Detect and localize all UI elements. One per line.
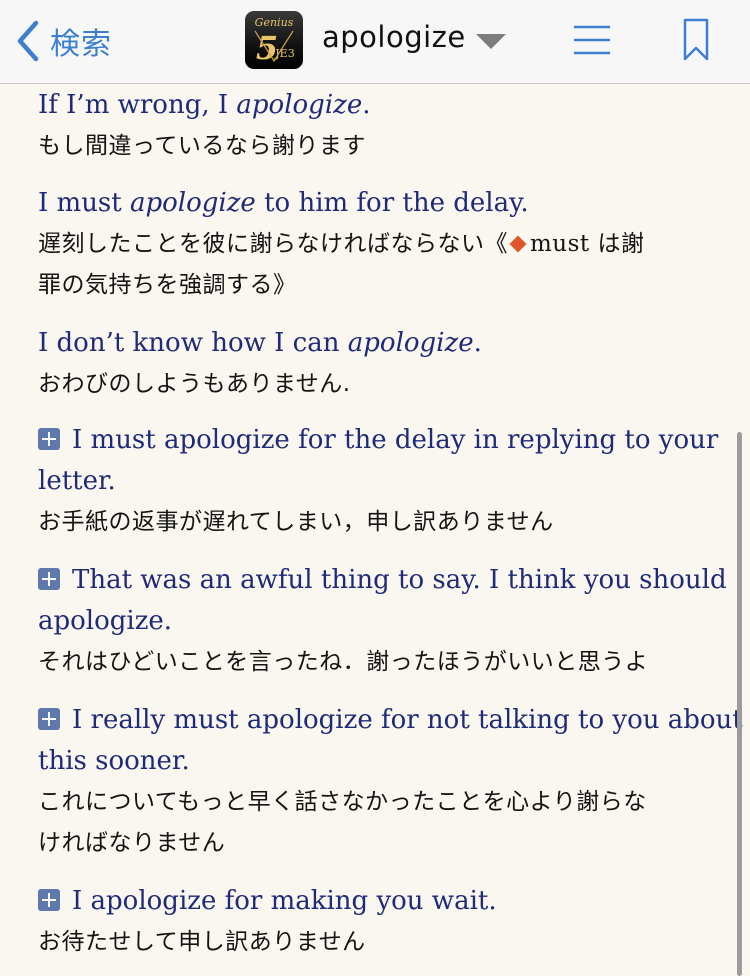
example-english: I must apologize for the delay in replyi… <box>38 420 730 461</box>
example-english: If I’m wrong, I apologize. <box>38 90 371 120</box>
example-english-line2: this sooner. <box>38 746 190 776</box>
example-2: I must apologize to him for the delay. 遅… <box>38 183 730 306</box>
diamond-marker-icon <box>509 235 527 252</box>
example-japanese: これについてもっと早く話さなかったことを心より謝らな <box>38 789 647 815</box>
example-japanese-line2: 罪の気持ちを強調する》 <box>38 272 297 298</box>
back-label: 検索 <box>50 27 112 62</box>
example-english: I apologize for making you wait. <box>38 881 730 922</box>
bookmark-icon[interactable] <box>682 18 710 62</box>
caret-down-icon[interactable] <box>474 30 508 52</box>
plus-box-icon[interactable] <box>38 428 60 450</box>
example-english-line2: letter. <box>38 466 116 496</box>
chevron-left-icon <box>17 20 39 62</box>
entry-content[interactable]: If I’m wrong, I apologize. もし間違っているなら謝りま… <box>0 85 750 976</box>
plus-box-icon[interactable] <box>38 708 60 730</box>
example-english: I really must apologize for not talking … <box>38 700 743 741</box>
app-icon-sub: JE3 <box>274 47 294 60</box>
example-japanese: お待たせして申し訳ありません <box>38 929 366 955</box>
navigation-bar: 検索 Genius 5 JE3 apologize <box>0 0 750 84</box>
back-to-search-button[interactable]: 検索 <box>14 18 112 64</box>
example-english: That was an awful thing to say. I think … <box>38 560 730 601</box>
example-japanese: それはひどいことを言ったね．謝ったほうがいいと思うよ <box>38 649 649 675</box>
example-1: If I’m wrong, I apologize. もし間違っているなら謝りま… <box>38 85 730 167</box>
example-japanese: お手紙の返事が遅れてしまい，申し訳ありません <box>38 509 554 535</box>
example-english-line2: apologize. <box>38 606 173 636</box>
dictionary-app-icon: Genius 5 JE3 <box>245 11 303 69</box>
example-japanese: もし間違っているなら謝ります <box>38 133 366 159</box>
example-7[interactable]: I apologize for making you wait. お待たせして申… <box>38 881 730 963</box>
example-english: I don’t know how I can apologize. <box>38 328 482 358</box>
example-japanese: 遅刻したことを彼に謝らなければならない《 must は謝 <box>38 231 645 257</box>
headword-title: apologize <box>322 20 466 54</box>
example-english: I must apologize to him for the delay. <box>38 188 529 218</box>
scrollbar[interactable] <box>737 432 742 976</box>
example-japanese: おわびのしようもありません. <box>38 371 351 397</box>
example-3: I don’t know how I can apologize. おわびのしよ… <box>38 323 730 405</box>
hamburger-menu-icon[interactable] <box>572 22 612 58</box>
example-6[interactable]: I really must apologize for not talking … <box>38 700 743 864</box>
example-4[interactable]: I must apologize for the delay in replyi… <box>38 420 730 543</box>
plus-box-icon[interactable] <box>38 568 60 590</box>
example-japanese-line2: ければなりません <box>38 830 226 856</box>
example-5[interactable]: That was an awful thing to say. I think … <box>38 560 730 683</box>
app-icon-top-text: Genius <box>255 16 294 29</box>
plus-box-icon[interactable] <box>38 889 60 911</box>
